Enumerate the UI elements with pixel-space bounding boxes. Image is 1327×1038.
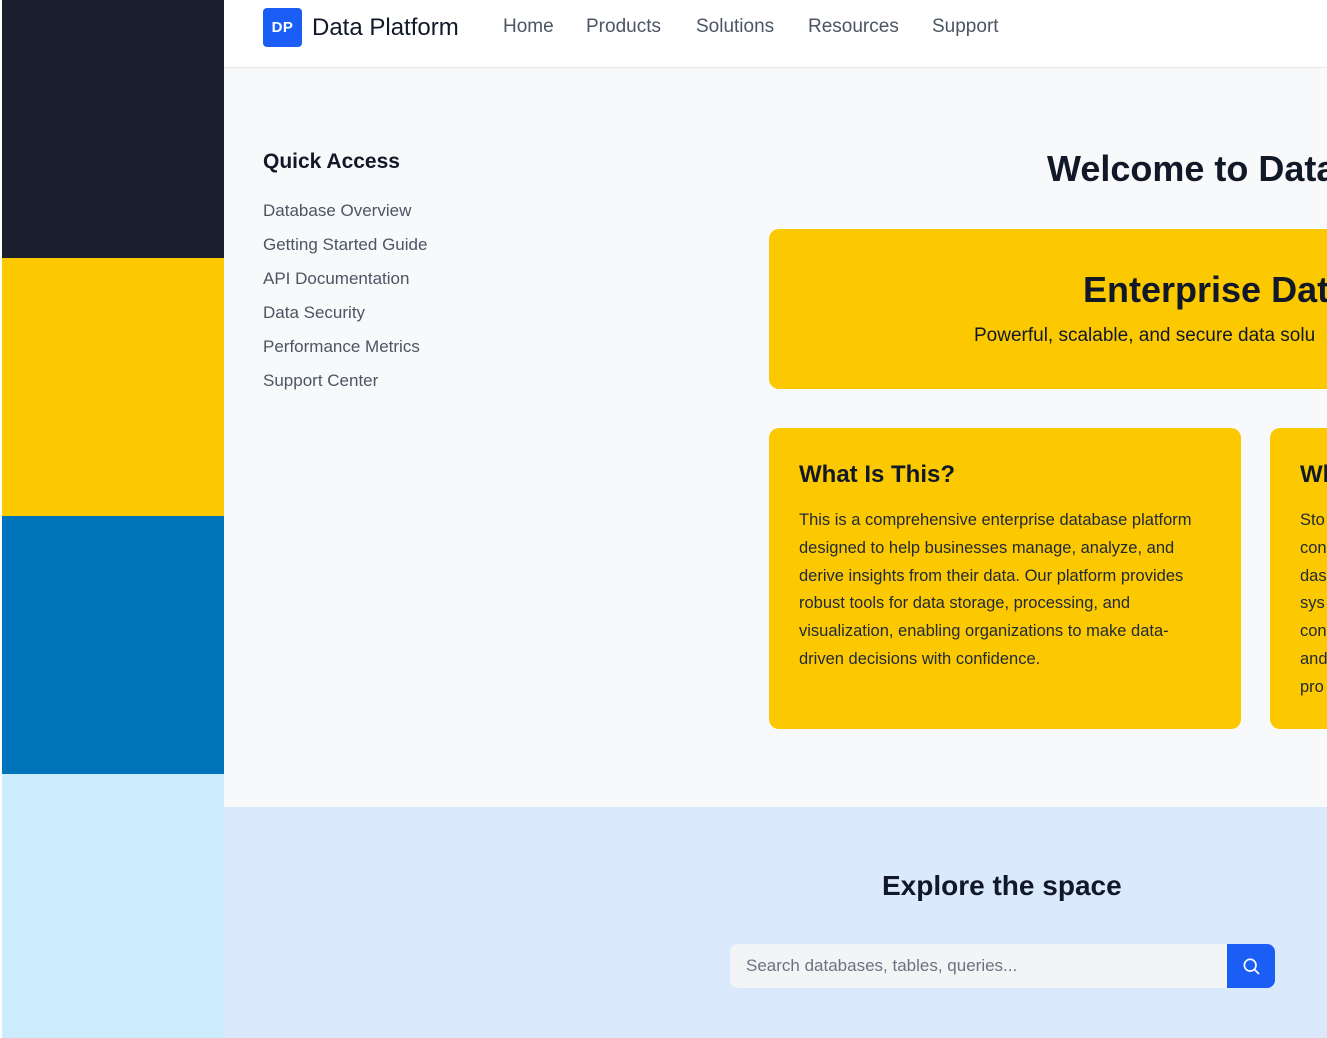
nav-support[interactable]: Support <box>932 16 999 38</box>
stripe-dark <box>0 0 224 258</box>
quick-access-list: Database Overview Getting Started Guide … <box>263 201 427 405</box>
card-line: and <box>1300 649 1327 668</box>
quick-access-title: Quick Access <box>263 150 400 173</box>
nav-home[interactable]: Home <box>503 16 554 38</box>
stripe-yellow <box>0 258 224 516</box>
quick-link-support-center[interactable]: Support Center <box>263 371 427 405</box>
card-line: pro <box>1300 677 1324 696</box>
quick-link-performance-metrics[interactable]: Performance Metrics <box>263 337 427 371</box>
hero-title: Enterprise Dat <box>1083 269 1327 310</box>
card-line: con <box>1300 538 1327 557</box>
quick-link-getting-started[interactable]: Getting Started Guide <box>263 235 427 269</box>
quick-link-api-documentation[interactable]: API Documentation <box>263 269 427 303</box>
info-card-what-is-this: What Is This? This is a comprehensive en… <box>769 428 1241 729</box>
top-navbar: DP Data Platform Home Products Solutions… <box>224 0 1327 68</box>
card-line: das <box>1300 566 1327 585</box>
card-line: con <box>1300 622 1327 641</box>
card-body: This is a comprehensive enterprise datab… <box>799 511 1192 668</box>
search-button[interactable] <box>1227 944 1275 988</box>
card-line: Sto <box>1300 511 1325 529</box>
brand-name[interactable]: Data Platform <box>312 14 459 42</box>
main-area: DP Data Platform Home Products Solutions… <box>224 0 1327 1038</box>
quick-link-data-security[interactable]: Data Security <box>263 303 427 337</box>
stripe-light-blue <box>0 774 224 1038</box>
hero-banner: Enterprise Dat Powerful, scalable, and s… <box>769 229 1327 389</box>
nav-solutions[interactable]: Solutions <box>696 16 774 38</box>
hero-subtitle: Powerful, scalable, and secure data solu <box>974 325 1316 346</box>
card-body: Sto con das sys con and pro <box>1300 507 1327 702</box>
stripe-edge <box>0 0 2 1038</box>
logo-icon[interactable]: DP <box>263 8 302 47</box>
explore-section: Explore the space <box>224 807 1327 1038</box>
stripe-blue <box>0 516 224 774</box>
card-title: Wh <box>1300 461 1327 488</box>
card-line: sys <box>1300 594 1325 613</box>
card-title: What Is This? <box>799 461 955 488</box>
nav-resources[interactable]: Resources <box>808 16 899 38</box>
quick-link-database-overview[interactable]: Database Overview <box>263 201 427 235</box>
explore-title: Explore the space <box>882 870 1122 901</box>
nav-products[interactable]: Products <box>586 16 661 38</box>
search-icon <box>1243 958 1260 975</box>
page-title: Welcome to Data <box>1047 148 1327 189</box>
decorative-color-stripes <box>0 0 224 1038</box>
info-card-partial: Wh Sto con das sys con and pro <box>1270 428 1327 729</box>
search-input[interactable] <box>730 944 1227 988</box>
